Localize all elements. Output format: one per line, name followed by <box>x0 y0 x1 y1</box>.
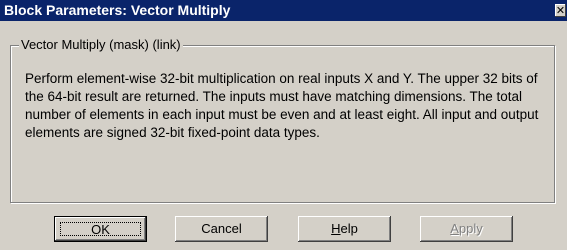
ok-button-label: OK <box>91 222 110 237</box>
title-bar[interactable]: Block Parameters: Vector Multiply ✕ <box>0 0 567 21</box>
group-legend: Vector Multiply (mask) (link) <box>19 37 183 53</box>
window-title: Block Parameters: Vector Multiply <box>4 2 231 18</box>
help-button[interactable]: Help <box>298 216 391 242</box>
help-mnemonic: H <box>331 221 341 236</box>
cancel-button-label: Cancel <box>201 221 242 236</box>
apply-mnemonic: A <box>450 221 459 236</box>
help-button-label: elp <box>340 221 358 236</box>
block-parameters-dialog: Block Parameters: Vector Multiply ✕ Vect… <box>0 0 567 250</box>
ok-button[interactable]: OK <box>54 216 147 242</box>
apply-button[interactable]: Apply <box>420 216 513 242</box>
ok-focus-rect: OK <box>60 222 141 236</box>
close-icon[interactable]: ✕ <box>555 4 566 17</box>
apply-button-label: pply <box>458 221 483 236</box>
cancel-button[interactable]: Cancel <box>175 216 268 242</box>
block-description: Perform element-wise 32-bit multiplicati… <box>25 71 539 140</box>
